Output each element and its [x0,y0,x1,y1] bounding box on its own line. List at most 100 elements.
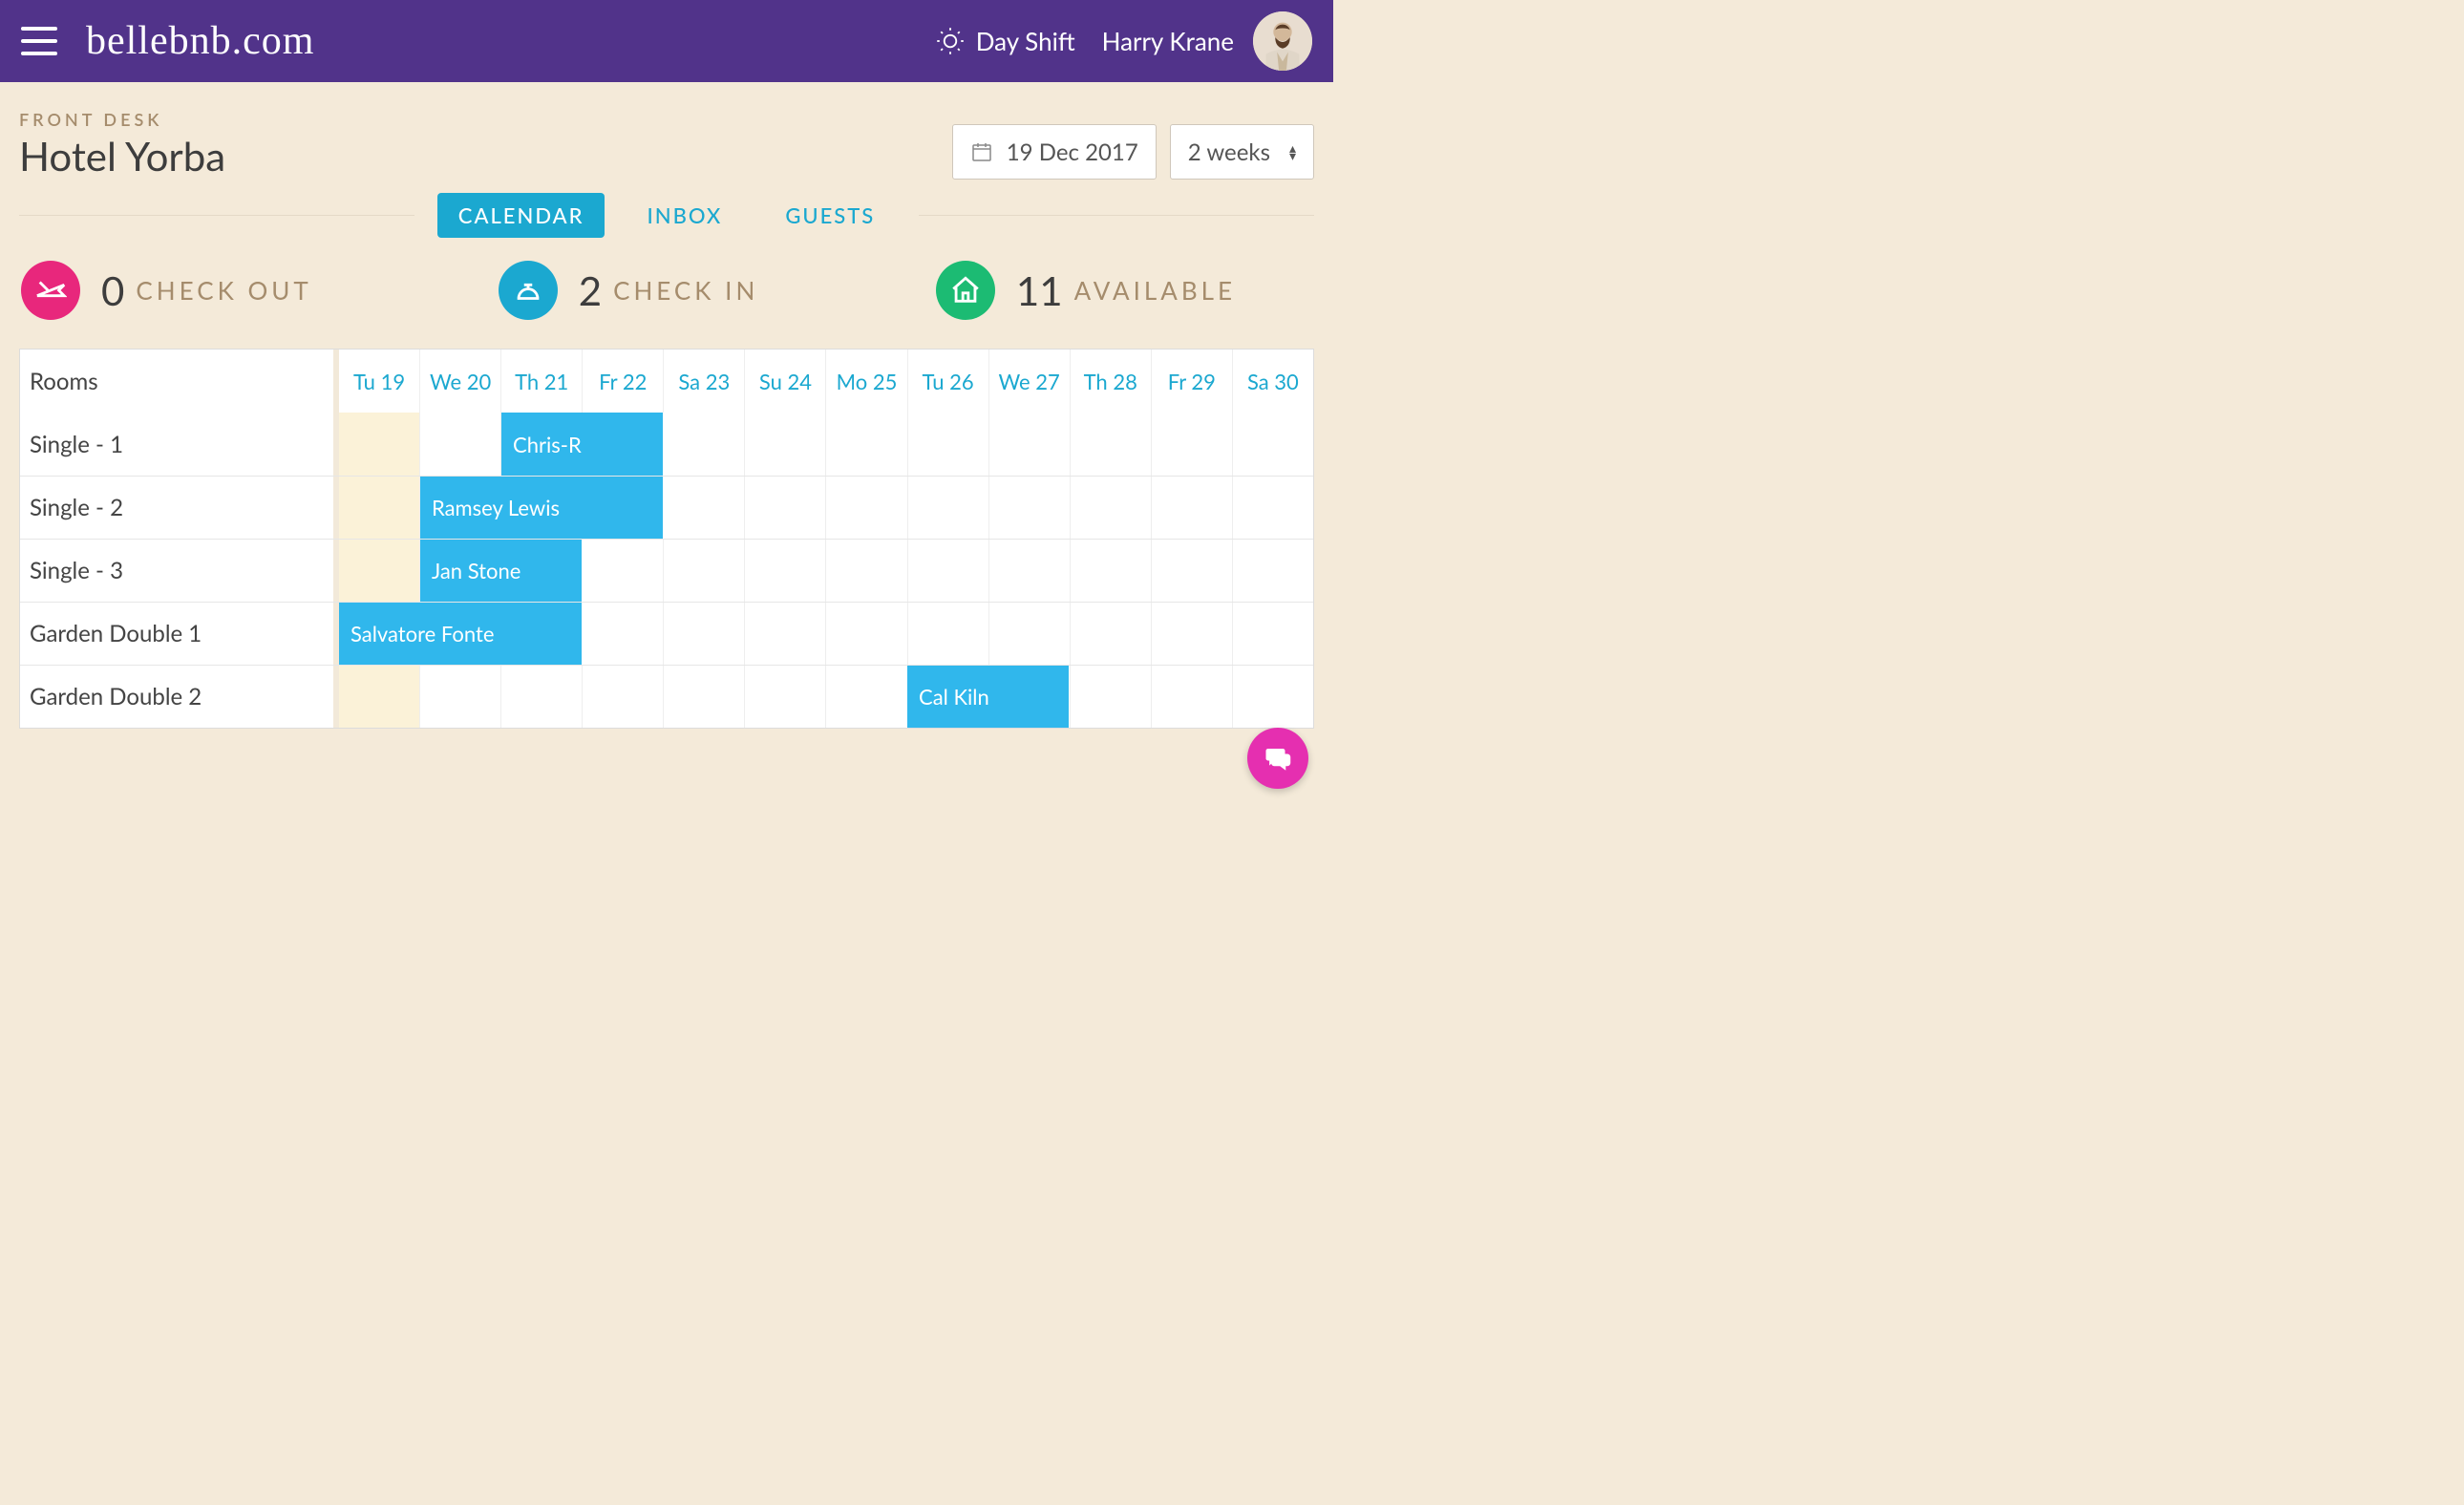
calendar-cell[interactable] [1070,666,1151,728]
calendar-cell[interactable] [1232,477,1313,539]
calendar-cell[interactable] [1070,413,1151,476]
day-header[interactable]: Fr 22 [582,350,663,413]
calendar-cell[interactable] [582,603,663,665]
room-row: Single - 1Chris-R [20,413,1313,476]
calendar-cell[interactable] [1151,603,1232,665]
tab-inbox[interactable]: INBOX [626,193,743,238]
page-head: FRONT DESK Hotel Yorba 19 Dec 2017 2 wee… [19,109,1314,180]
day-header[interactable]: Fr 29 [1151,350,1232,413]
calendar-cell[interactable] [825,540,906,602]
available-label: AVAILABLE [1074,275,1236,306]
calendar-cell[interactable] [1151,540,1232,602]
calendar-cell[interactable] [1151,477,1232,539]
day-header[interactable]: Th 21 [500,350,582,413]
calendar-cell[interactable] [744,477,825,539]
calendar-cell[interactable] [825,603,906,665]
calendar-cell[interactable] [988,540,1070,602]
calendar-cell[interactable] [825,477,906,539]
calendar-cell[interactable] [339,540,419,602]
menu-button[interactable] [21,27,57,55]
calendar-cell[interactable] [339,413,419,476]
room-row: Garden Double 1Salvatore Fonte [20,602,1313,665]
checkin-count: 2 [579,266,602,314]
calendar-cell[interactable] [663,666,744,728]
page-title: Hotel Yorba [19,132,225,180]
tabs: CALENDAR INBOX GUESTS [414,193,919,238]
calendar-cell[interactable] [663,603,744,665]
stat-available[interactable]: 11 AVAILABLE [831,261,1312,320]
calendar-cell[interactable] [339,477,419,539]
select-caret-icon: ▴▾ [1289,144,1296,159]
day-header[interactable]: Sa 30 [1232,350,1313,413]
stat-checkout[interactable]: 0 CHECK OUT [21,261,426,320]
tab-calendar[interactable]: CALENDAR [437,193,605,238]
day-header[interactable]: Tu 19 [339,350,419,413]
calendar-cell[interactable] [1151,666,1232,728]
available-count: 11 [1016,266,1063,314]
calendar-cell[interactable] [744,540,825,602]
calendar-cell[interactable] [744,413,825,476]
calendar-cell[interactable] [1232,413,1313,476]
date-picker[interactable]: 19 Dec 2017 [952,124,1157,180]
calendar-cell[interactable] [825,413,906,476]
booking[interactable]: Ramsey Lewis [420,477,664,539]
calendar-cell[interactable] [1232,540,1313,602]
calendar-cell[interactable] [988,477,1070,539]
calendar-cell[interactable] [1151,413,1232,476]
calendar-cell[interactable] [907,603,988,665]
day-header[interactable]: Th 28 [1070,350,1151,413]
calendar-cell[interactable] [419,413,500,476]
calendar-cell[interactable] [988,603,1070,665]
day-header[interactable]: Su 24 [744,350,825,413]
calendar-cell[interactable] [1070,540,1151,602]
topbar: bellebnb.com Day Shift Harry Krane [0,0,1333,82]
day-header[interactable]: Mo 25 [825,350,906,413]
room-label: Garden Double 2 [20,666,339,728]
day-header[interactable]: Tu 26 [907,350,988,413]
booking[interactable]: Cal Kiln [907,666,1070,728]
calendar-cell[interactable] [1232,666,1313,728]
range-picker[interactable]: 2 weeks ▴▾ [1170,124,1314,180]
rooms-header: Rooms [20,350,339,413]
calendar-cell[interactable] [907,540,988,602]
calendar-cell[interactable] [339,666,419,728]
checkin-label: CHECK IN [613,275,758,306]
booking[interactable]: Chris-R [501,413,664,476]
calendar-cell[interactable] [582,666,663,728]
calendar-cell[interactable] [744,603,825,665]
calendar-cell[interactable] [663,413,744,476]
booking[interactable]: Jan Stone [420,540,583,602]
calendar-header-row: Rooms Tu 19We 20Th 21Fr 22Sa 23Su 24Mo 2… [20,350,1313,413]
house-icon [936,261,995,320]
tab-guests[interactable]: GUESTS [764,193,896,238]
user-name[interactable]: Harry Krane [1102,26,1234,56]
calendar-cell[interactable] [1070,477,1151,539]
day-header[interactable]: We 20 [419,350,500,413]
calendar-cell[interactable] [1232,603,1313,665]
calendar-cell[interactable] [988,413,1070,476]
room-row: Single - 3Jan Stone [20,539,1313,602]
stat-checkin[interactable]: 2 CHECK IN [426,261,831,320]
shift-indicator[interactable]: Day Shift [936,26,1075,56]
calendar-cell[interactable] [582,540,663,602]
avatar[interactable] [1253,11,1312,71]
brand-logo[interactable]: bellebnb.com [86,18,314,64]
day-header[interactable]: We 27 [988,350,1070,413]
calendar-cell[interactable] [1070,603,1151,665]
room-row: Garden Double 2 Cal Kiln [20,665,1313,728]
calendar-cell[interactable] [663,477,744,539]
calendar-cell[interactable] [663,540,744,602]
room-label: Garden Double 1 [20,603,339,665]
calendar-cell[interactable] [907,477,988,539]
calendar-cell[interactable] [419,666,500,728]
stats-row: 0 CHECK OUT 2 CHECK IN 11 AVAILABLE [19,261,1314,320]
booking[interactable]: Salvatore Fonte [339,603,583,665]
range-value: 2 weeks [1188,138,1270,166]
chat-button[interactable] [1247,728,1308,789]
calendar-cell[interactable] [907,413,988,476]
calendar-cell[interactable] [825,666,906,728]
day-header[interactable]: Sa 23 [663,350,744,413]
calendar-cell[interactable] [500,666,582,728]
breadcrumb: FRONT DESK [19,109,225,130]
calendar-cell[interactable] [744,666,825,728]
